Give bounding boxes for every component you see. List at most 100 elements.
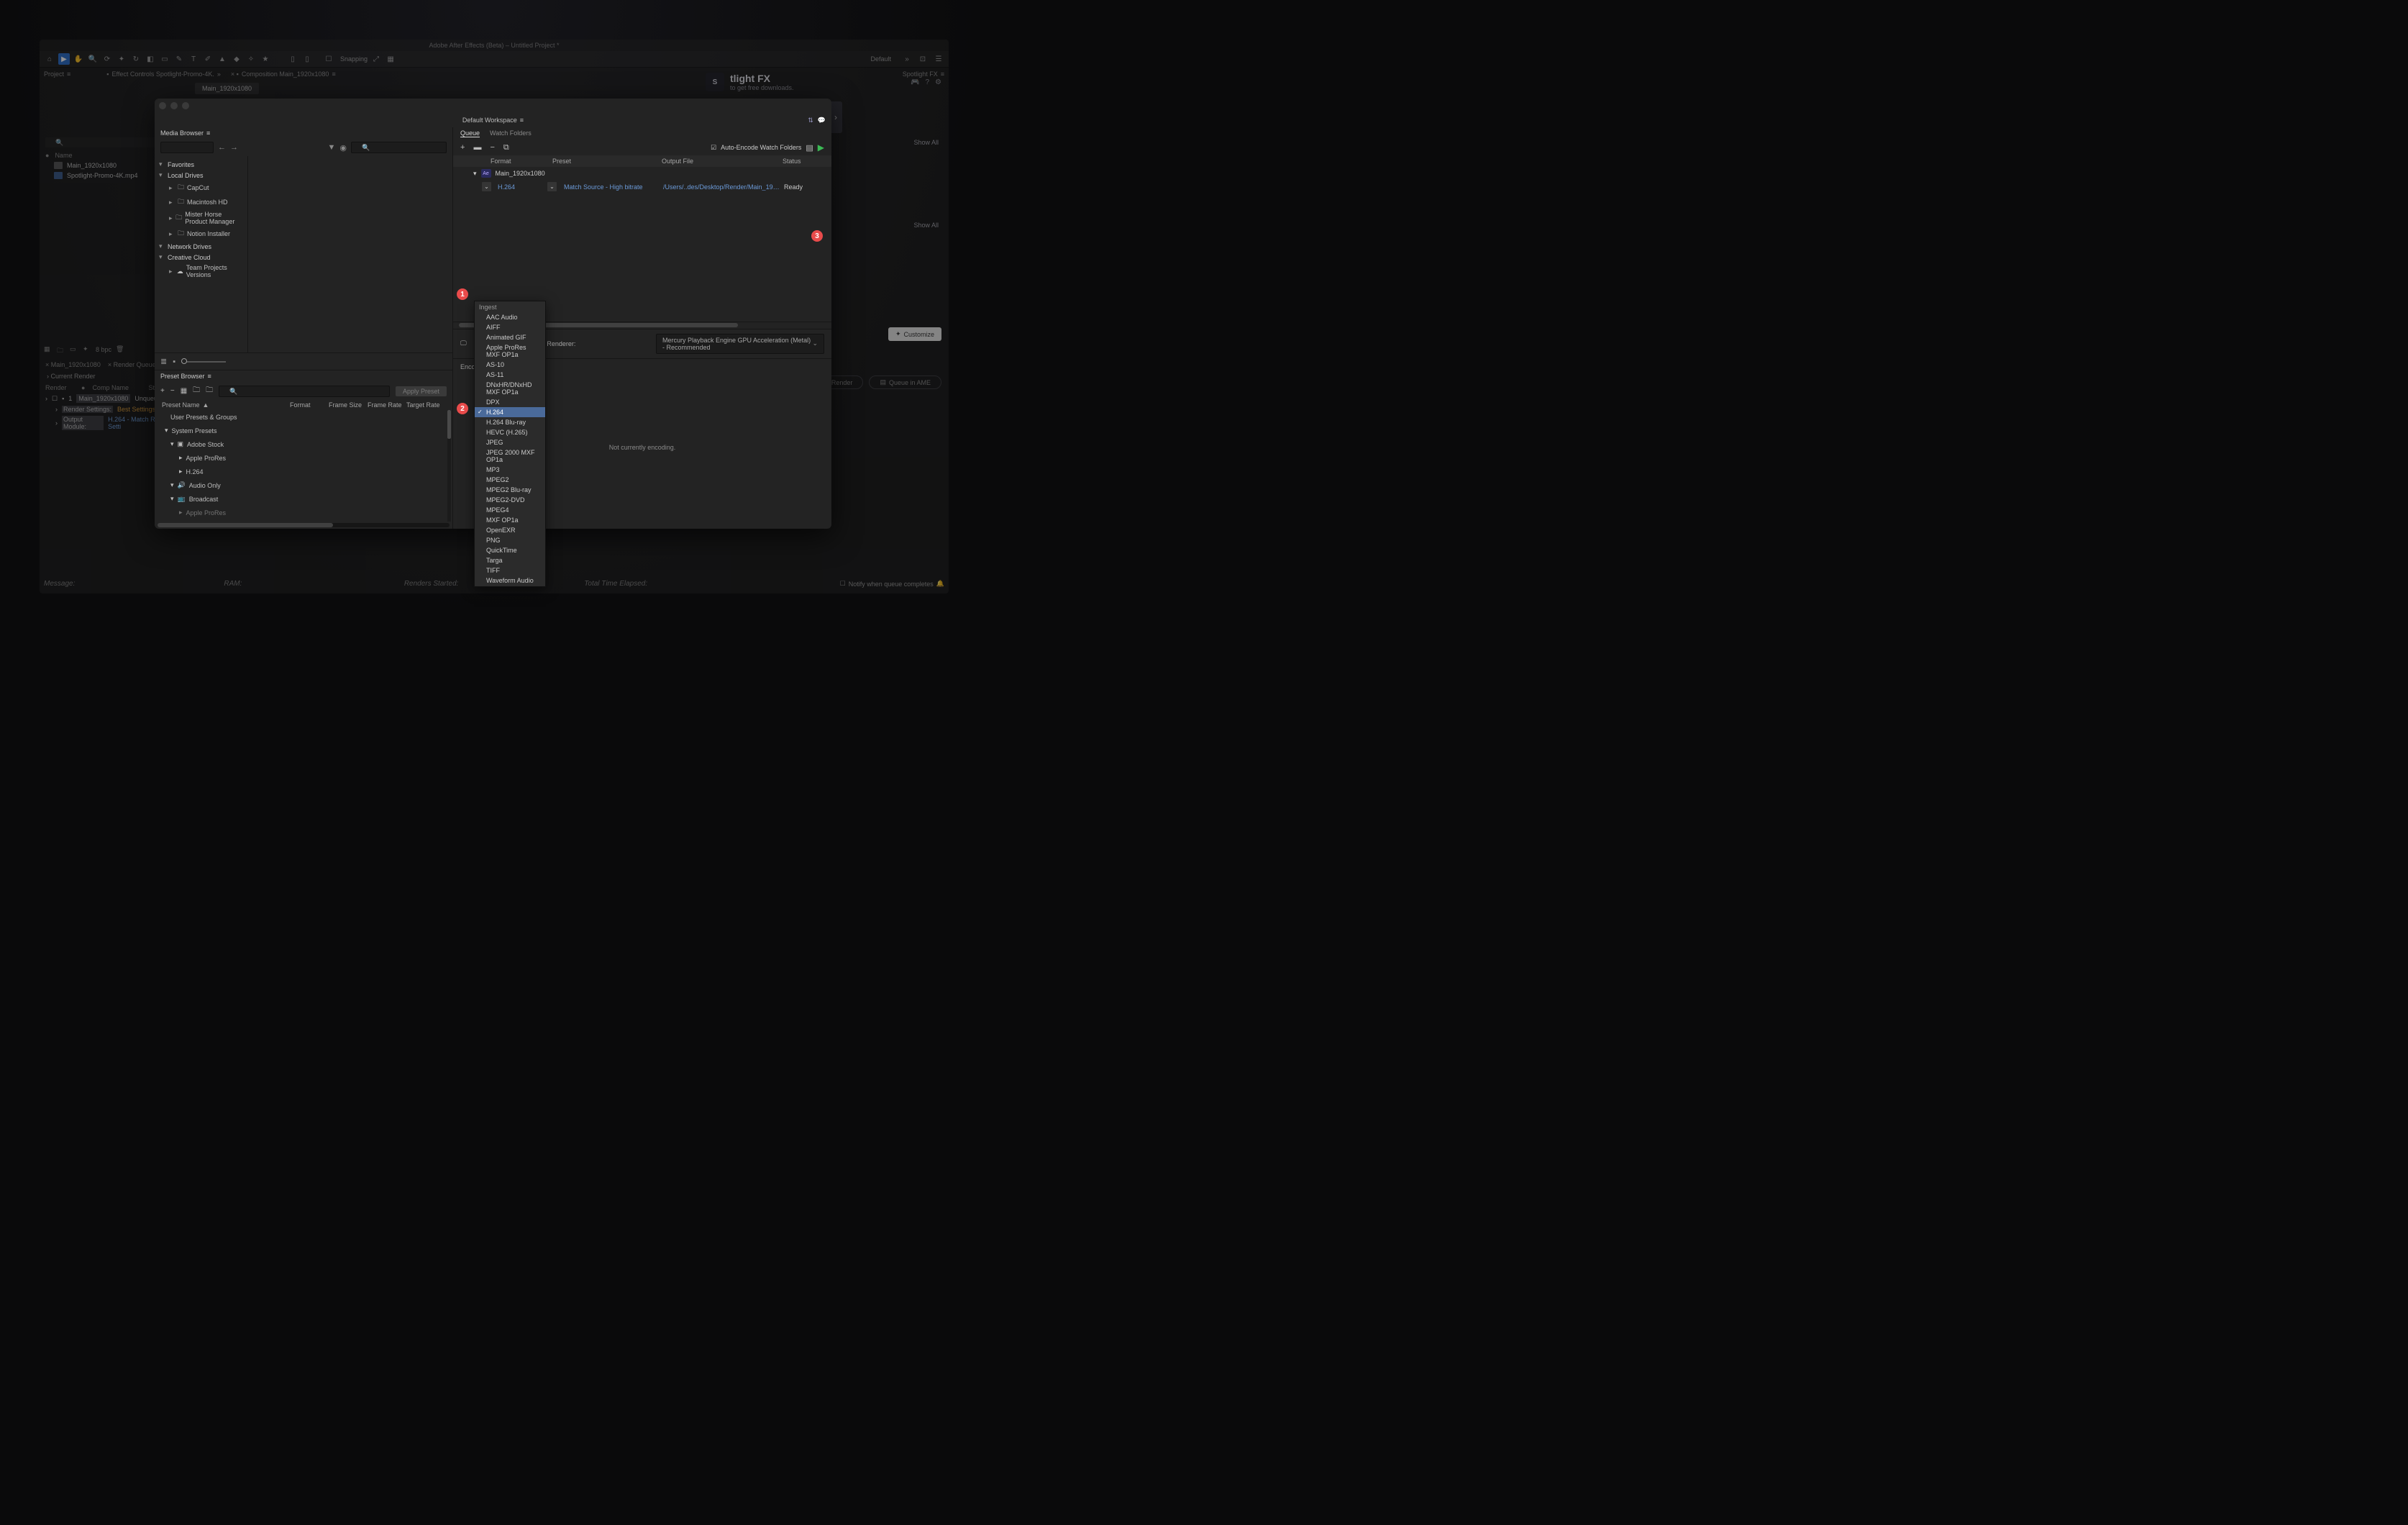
add-source-icon[interactable]: + <box>460 143 465 152</box>
media-search-input[interactable] <box>351 142 447 153</box>
preset-row[interactable]: ▾🔊 Audio Only <box>160 479 450 491</box>
bpc-label[interactable]: 8 bpc <box>96 346 111 353</box>
format-option[interactable]: MPEG2 <box>475 475 545 485</box>
format-option[interactable]: AAC Audio <box>475 312 545 322</box>
format-option[interactable]: MP3 <box>475 465 545 475</box>
traffic-close-icon[interactable] <box>159 102 166 109</box>
preset-name-col[interactable]: Preset Name ▲ <box>162 401 290 409</box>
queue-source-row[interactable]: ▾AeMain_1920x1080 <box>453 167 831 180</box>
preset-row[interactable]: ▾📺 Broadcast <box>160 493 450 505</box>
zoom-tool-icon[interactable]: 🔍 <box>87 53 99 65</box>
preset-row[interactable]: ▸Apple ProRes <box>160 452 450 464</box>
format-option[interactable]: PNG <box>475 535 545 545</box>
project-tab[interactable]: Project ≡ <box>44 70 70 78</box>
clone-tool-icon[interactable]: ▲ <box>216 53 228 65</box>
tree-item[interactable]: ▸🗀 Notion Installer <box>155 227 247 241</box>
thumb-view-icon[interactable]: ▪ <box>173 358 175 366</box>
preset-format-col[interactable]: Format <box>290 401 329 409</box>
rq-tab-queue[interactable]: × Render Queue <box>108 361 156 368</box>
trash-icon[interactable]: 🗑 <box>116 345 124 354</box>
rq-tab-comp[interactable]: × Main_1920x1080 <box>45 361 101 368</box>
tree-network[interactable]: ▾Network Drives <box>155 241 247 252</box>
format-option[interactable]: Waveform Audio <box>475 575 545 586</box>
preset-row[interactable]: ▸H.264 <box>160 465 450 478</box>
comp-chip[interactable]: Main_1920x1080 <box>195 83 259 94</box>
brush-tool-icon[interactable]: ✐ <box>202 53 214 65</box>
preset-search-input[interactable] <box>219 386 390 397</box>
format-option[interactable]: DPX <box>475 397 545 407</box>
snap-checkbox[interactable]: ☐ <box>323 53 334 65</box>
add-preset-icon[interactable]: + <box>160 387 165 395</box>
nav-back-icon[interactable]: ← <box>218 143 226 152</box>
copy-icon[interactable]: ⧉ <box>503 143 509 152</box>
preset-hscroll[interactable] <box>158 523 450 527</box>
preset-settings-icon[interactable]: ▦ <box>181 387 187 395</box>
traffic-max-icon[interactable] <box>182 102 189 109</box>
tree-local[interactable]: ▾Local Drives <box>155 170 247 181</box>
comp-icon[interactable]: ▭ <box>70 345 78 354</box>
tree-favorites[interactable]: ▾Favorites <box>155 159 247 170</box>
media-browser-tab[interactable]: Media Browser <box>160 129 204 137</box>
selection-tool-icon[interactable]: ▶ <box>58 53 70 65</box>
hand-tool-icon[interactable]: ✋ <box>73 53 84 65</box>
traffic-min-icon[interactable] <box>170 102 178 109</box>
share-icon[interactable]: ☰ <box>933 53 944 65</box>
snap-grid-icon[interactable]: ▦ <box>385 53 396 65</box>
effects-tab[interactable]: ▪ Effect Controls Spotlight-Promo-4K. » <box>106 70 221 78</box>
format-option[interactable]: H.264 <box>475 407 545 417</box>
preset-browser-tab[interactable]: Preset Browser <box>160 373 205 380</box>
format-option[interactable]: MPEG2-DVD <box>475 495 545 505</box>
start-queue-icon[interactable]: ▶ <box>818 142 824 152</box>
format-option[interactable]: AS-11 <box>475 370 545 380</box>
auto-encode-checkbox[interactable]: ☑ <box>711 144 716 152</box>
export-preset-icon[interactable]: 🗀 <box>206 385 213 397</box>
rotate-tool-icon[interactable]: ✦ <box>116 53 127 65</box>
gear-icon[interactable]: ⚙ <box>935 78 941 86</box>
ame-workspace-label[interactable]: Default Workspace <box>462 117 517 124</box>
current-render-toggle[interactable]: › <box>47 373 49 380</box>
workspace-label[interactable]: Default <box>865 54 897 64</box>
format-option[interactable]: JPEG <box>475 437 545 447</box>
format-option[interactable]: Targa <box>475 555 545 565</box>
render-settings-link[interactable]: Best Settings <box>117 406 155 413</box>
output-link[interactable]: /Users/..des/Desktop/Render/Main_1920x10… <box>663 183 780 191</box>
renderer-dropdown[interactable]: Mercury Playback Engine GPU Acceleration… <box>656 334 824 354</box>
customize-button[interactable]: ✦ Customize <box>888 327 941 341</box>
format-option[interactable]: AIFF <box>475 322 545 332</box>
remove-icon[interactable]: − <box>490 143 494 152</box>
import-preset-icon[interactable]: 🗀 <box>193 385 200 397</box>
preset-scrollbar[interactable] <box>447 410 451 522</box>
format-option[interactable]: MPEG2 Blu-ray <box>475 485 545 495</box>
preset-link[interactable]: Match Source - High bitrate <box>561 183 659 191</box>
watch-folders-tab[interactable]: Watch Folders <box>490 129 532 137</box>
chat-icon[interactable]: 💬 <box>818 117 826 124</box>
format-option[interactable]: HEVC (H.265) <box>475 427 545 437</box>
roto-tool-icon[interactable]: ✧ <box>245 53 257 65</box>
format-option[interactable]: DNxHR/DNxHD MXF OP1a <box>475 380 545 397</box>
format-option[interactable]: H.264 Blu-ray <box>475 417 545 427</box>
format-option[interactable]: TIFF <box>475 565 545 575</box>
format-dropdown-button[interactable]: ⌄ <box>482 182 491 191</box>
nav-fwd-icon[interactable]: → <box>230 143 238 152</box>
interpret-icon[interactable]: ▦ <box>44 345 53 354</box>
preset-row[interactable]: ▾System Presets <box>160 424 450 437</box>
format-option[interactable]: Animated GIF <box>475 332 545 342</box>
tree-item[interactable]: ▸🗀 Macintosh HD <box>155 195 247 209</box>
orbit-tool-icon[interactable]: ⟳ <box>101 53 113 65</box>
pan-behind-icon[interactable]: ◧ <box>145 53 156 65</box>
home-icon[interactable]: ⌂ <box>44 53 55 65</box>
preset-target-col[interactable]: Target Rate <box>406 401 445 409</box>
format-option[interactable]: Apple ProRes MXF OP1a <box>475 342 545 360</box>
tree-item[interactable]: ▸🗀 Mister Horse Product Manager <box>155 209 247 227</box>
tree-item[interactable]: ▸☁ Team Projects Versions <box>155 263 247 280</box>
format-link[interactable]: H.264 <box>496 183 543 191</box>
format-option[interactable]: MPEG4 <box>475 505 545 515</box>
eraser-tool-icon[interactable]: ◆ <box>231 53 242 65</box>
help-icon[interactable]: ? <box>925 78 929 86</box>
preset-row[interactable]: User Presets & Groups <box>160 411 450 423</box>
duplicate-icon[interactable]: ▬ <box>473 143 481 152</box>
apply-preset-button[interactable]: Apply Preset <box>396 386 447 396</box>
format-option[interactable]: MXF OP1a <box>475 515 545 525</box>
sync-icon[interactable]: ⇅ <box>808 117 813 124</box>
queue-ame-button[interactable]: ▤ Queue in AME <box>869 375 941 389</box>
